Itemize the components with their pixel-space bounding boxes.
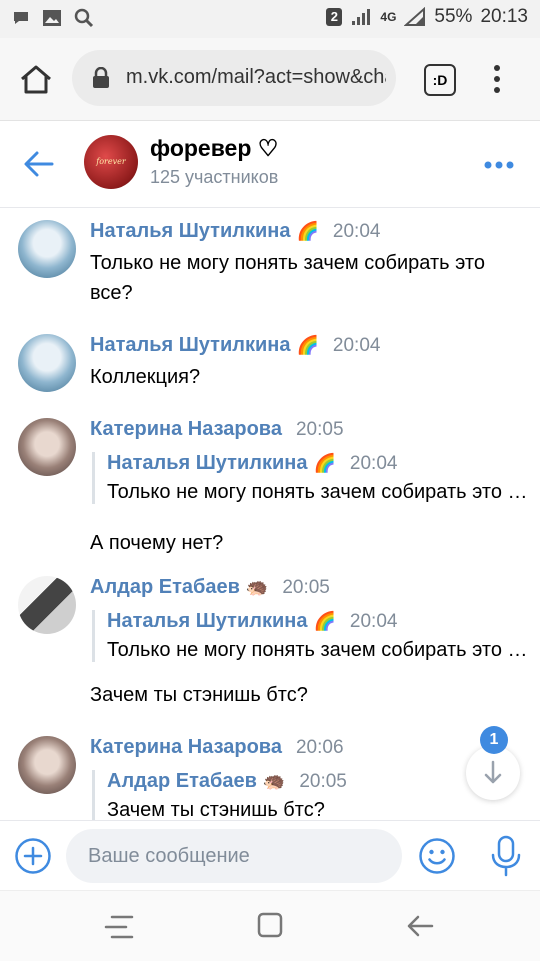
quote-text: Только не могу понять зачем собирать это… [107, 639, 537, 661]
browser-toolbar: m.vk.com/mail?act=show&chat :D [0, 38, 540, 121]
chat-title[interactable]: форевер ♡ [150, 135, 278, 162]
rainbow-emoji-icon: 🌈 [296, 221, 319, 242]
hedgehog-emoji-icon: 🦔 [245, 577, 269, 598]
signal-icon [352, 9, 371, 25]
home-square-icon[interactable] [256, 911, 284, 939]
signal-strength-icon [404, 7, 426, 26]
home-icon[interactable] [18, 62, 54, 98]
hedgehog-emoji-icon: 🦔 [262, 771, 286, 792]
avatar[interactable] [18, 418, 76, 476]
message-text: Только не могу понять зачем собирать это… [90, 252, 485, 304]
group-avatar[interactable]: forever [84, 135, 138, 189]
message-text: А почему нет? [90, 532, 224, 554]
message-author[interactable]: Катерина Назарова 20:05 [90, 418, 344, 441]
back-nav-icon[interactable] [406, 913, 434, 939]
add-attachment-icon[interactable] [14, 837, 52, 875]
recent-apps-icon[interactable] [104, 913, 134, 939]
quote-author: Наталья Шутилкина [107, 452, 308, 474]
participants-count[interactable]: 125 участников [150, 167, 278, 188]
lock-icon [93, 67, 109, 88]
clock: 20:13 [480, 6, 528, 27]
message-author[interactable]: Катерина Назарова 20:06 [90, 736, 344, 759]
avatar[interactable] [18, 576, 76, 634]
tab-switcher-icon[interactable]: :D [424, 64, 456, 96]
chat-header: forever форевер ♡ 125 участников [0, 121, 540, 208]
message-time: 20:04 [332, 335, 381, 356]
arrow-down-icon [484, 760, 502, 784]
author-name: Наталья Шутилкина [90, 334, 291, 356]
search-icon [74, 8, 94, 28]
quote-time: 20:05 [299, 771, 347, 792]
system-navigation-bar [0, 890, 540, 961]
avatar[interactable] [18, 736, 76, 794]
message-author[interactable]: Наталья Шутилкина 🌈 20:04 [90, 220, 380, 243]
url-text: m.vk.com/mail?act=show&chat [126, 66, 386, 88]
avatar[interactable] [18, 334, 76, 392]
quote-text: Только не могу понять зачем собирать это… [107, 481, 537, 503]
message-text: Коллекция? [90, 366, 201, 388]
emoji-smile-icon[interactable] [418, 837, 456, 875]
unread-count-badge[interactable]: 1 [480, 726, 508, 754]
message-author[interactable]: Алдар Етабаев 🦔 20:05 [90, 576, 330, 599]
back-arrow-icon[interactable] [22, 147, 56, 181]
message-time: 20:05 [295, 419, 344, 440]
message-time: 20:05 [282, 577, 330, 598]
author-name: Катерина Назарова [90, 418, 282, 440]
chat-bubble-icon [14, 12, 28, 24]
notification-count-badge: 2 [326, 8, 343, 26]
message-author[interactable]: Наталья Шутилкина 🌈 20:04 [90, 334, 380, 357]
rainbow-emoji-icon: 🌈 [313, 611, 336, 632]
quote-author: Алдар Етабаев [107, 770, 257, 792]
avatar[interactable] [18, 220, 76, 278]
microphone-icon[interactable] [490, 835, 522, 877]
quote-time: 20:04 [349, 453, 398, 474]
rainbow-emoji-icon: 🌈 [313, 453, 336, 474]
battery-percent: 55% [434, 6, 473, 27]
image-icon [43, 10, 61, 26]
reply-quote[interactable]: Наталья Шутилкина 🌈 20:04 Только не могу п… [92, 452, 537, 504]
author-name: Катерина Назарова [90, 736, 282, 758]
message-list[interactable]: Наталья Шутилкина 🌈 20:04 Только не могу п… [0, 208, 540, 820]
message-time: 20:04 [332, 221, 381, 242]
rainbow-emoji-icon: 🌈 [296, 335, 319, 356]
network-type: 4G [380, 10, 397, 24]
more-dots-icon[interactable] [484, 161, 514, 169]
author-name: Алдар Етабаев [90, 576, 240, 598]
message-composer [0, 820, 540, 891]
message-input[interactable] [66, 829, 402, 883]
quote-author: Наталья Шутилкина [107, 610, 308, 632]
reply-quote[interactable]: Наталья Шутилкина 🌈 20:04 Только не могу п… [92, 610, 537, 662]
message-time: 20:06 [295, 737, 344, 758]
quote-text: Зачем ты стэнишь бтс? [107, 799, 325, 820]
quote-time: 20:04 [349, 611, 398, 632]
status-bar: 2 4G 55% 20:13 [0, 0, 540, 38]
scroll-down-button[interactable] [466, 746, 520, 800]
overflow-menu-icon[interactable] [490, 64, 504, 94]
message-text: Зачем ты стэнишь бтс? [90, 684, 308, 706]
group-avatar-text: forever [96, 157, 126, 166]
address-bar[interactable]: m.vk.com/mail?act=show&chat [72, 50, 396, 106]
author-name: Наталья Шутилкина [90, 220, 291, 242]
